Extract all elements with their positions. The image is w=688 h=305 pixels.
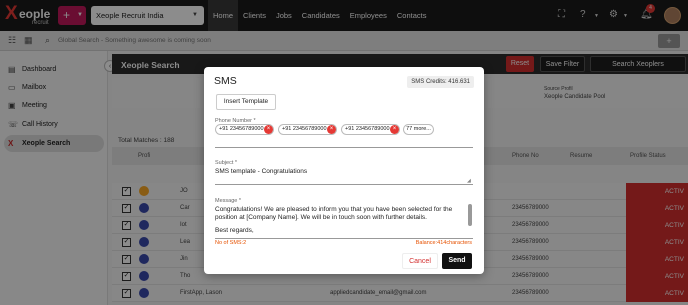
subject-field-underline — [215, 184, 473, 185]
remove-chip-icon[interactable]: × — [390, 125, 399, 134]
sms-modal: SMS SMS Credits: 416.631 Insert Template… — [204, 67, 484, 274]
message-closing: Best regards, — [215, 227, 254, 234]
subject-label: Subject * — [215, 160, 238, 166]
send-button[interactable]: Send — [442, 253, 472, 269]
subject-input[interactable]: SMS template - Congratulations — [215, 168, 307, 175]
more-phones-chip[interactable]: 77 more... — [403, 124, 434, 135]
phone-field-underline — [215, 147, 473, 148]
insert-template-button[interactable]: Insert Template — [216, 94, 276, 110]
cancel-button[interactable]: Cancel — [402, 253, 438, 269]
remove-chip-icon[interactable]: × — [264, 125, 273, 134]
character-balance: Balance:414characters — [415, 240, 472, 246]
message-scrollbar[interactable] — [468, 204, 472, 226]
sms-count: No of SMS:2 — [215, 240, 247, 246]
modal-title: SMS — [214, 75, 237, 87]
remove-chip-icon[interactable]: × — [327, 125, 336, 134]
message-textarea[interactable]: Congratulations! We are pleased to infor… — [215, 206, 465, 235]
message-body: Congratulations! We are pleased to infor… — [215, 206, 453, 221]
message-field-underline — [215, 238, 473, 239]
sms-credits-badge: SMS Credits: 416.631 — [407, 76, 474, 88]
message-label: Message * — [215, 198, 241, 204]
